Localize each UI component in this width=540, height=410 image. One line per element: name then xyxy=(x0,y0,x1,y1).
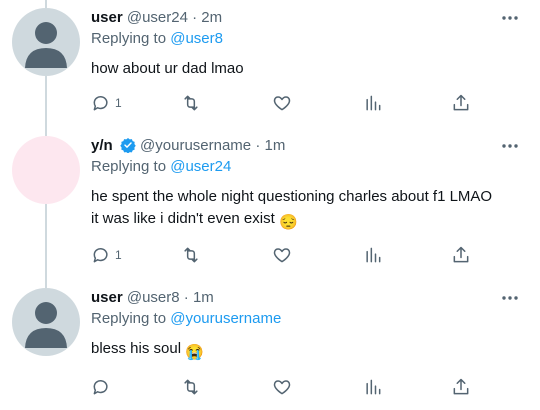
share-icon xyxy=(453,246,469,263)
reply-button[interactable]: 1 xyxy=(91,92,122,114)
avatar[interactable] xyxy=(12,288,80,356)
like-icon xyxy=(273,380,291,395)
more-icon[interactable] xyxy=(500,8,520,28)
display-name[interactable]: user xyxy=(91,9,123,26)
retweet-button[interactable] xyxy=(181,376,201,398)
more-icon[interactable] xyxy=(500,136,520,156)
views-icon xyxy=(366,95,381,111)
tweet[interactable]: y/n @yourusername · 1m Replying to @user… xyxy=(0,136,540,274)
views-icon xyxy=(366,379,381,395)
timestamp[interactable]: 2m xyxy=(201,9,222,26)
share-button[interactable] xyxy=(451,244,471,266)
tweet-text-line-content: it was like i didn't even exist xyxy=(91,210,275,227)
display-name[interactable]: user xyxy=(91,289,123,306)
retweet-icon xyxy=(184,95,198,111)
verified-icon xyxy=(120,137,136,154)
default-avatar-icon xyxy=(25,22,67,68)
user-handle[interactable]: @user8 xyxy=(127,289,180,306)
reply-icon xyxy=(93,380,108,395)
tweet-header: user @user24 · 2m xyxy=(91,8,526,28)
tweet-text-line: it was like i didn't even exist 😔 xyxy=(91,208,526,234)
user-handle[interactable]: @user24 xyxy=(127,9,188,26)
reply-icon xyxy=(93,248,108,263)
timestamp[interactable]: 1m xyxy=(193,289,214,306)
reply-count: 1 xyxy=(115,96,122,110)
replying-to-link[interactable]: @user8 xyxy=(170,30,223,47)
tweet-header: user @user8 · 1m xyxy=(91,288,526,308)
like-button[interactable] xyxy=(272,244,292,266)
replying-to: Replying to @user24 xyxy=(91,157,526,177)
separator: · xyxy=(192,9,198,26)
tweet-text: he spent the whole night questioning cha… xyxy=(91,186,526,234)
retweet-button[interactable] xyxy=(181,92,201,114)
like-icon xyxy=(273,96,291,111)
avatar[interactable] xyxy=(12,136,80,204)
retweet-icon xyxy=(184,379,198,395)
tweet-text: how about ur dad lmao xyxy=(91,60,244,77)
replying-prefix: Replying to xyxy=(91,310,167,327)
replying-to: Replying to @yourusername xyxy=(91,309,526,329)
tweet[interactable]: user @user24 · 2m Replying to @user8 how… xyxy=(0,8,540,130)
share-icon xyxy=(453,94,469,111)
default-avatar-icon xyxy=(25,302,67,348)
share-icon xyxy=(453,378,469,395)
tweet-actions: 1 xyxy=(91,92,491,114)
views-button[interactable] xyxy=(363,244,383,266)
thread-line xyxy=(45,0,47,8)
more-icon[interactable] xyxy=(500,288,520,308)
reply-button[interactable] xyxy=(91,376,111,398)
replying-to-link[interactable]: @yourusername xyxy=(170,310,281,327)
share-button[interactable] xyxy=(451,92,471,114)
display-name[interactable]: y/n xyxy=(91,137,113,154)
like-icon xyxy=(273,248,291,263)
tweet-text-content: bless his soul xyxy=(91,340,182,357)
timestamp[interactable]: 1m xyxy=(264,137,285,154)
separator: · xyxy=(255,137,261,154)
user-handle[interactable]: @yourusername xyxy=(140,137,251,154)
crying-emoji: 😭 xyxy=(185,344,204,361)
replying-prefix: Replying to xyxy=(91,158,167,175)
tweet-header: y/n @yourusername · 1m xyxy=(91,136,526,156)
reply-button[interactable]: 1 xyxy=(91,244,122,266)
reply-count: 1 xyxy=(115,248,122,262)
tweet-text: bless his soul 😭 xyxy=(91,338,526,364)
replying-prefix: Replying to xyxy=(91,30,167,47)
views-icon xyxy=(366,247,381,263)
tweet[interactable]: user @user8 · 1m Replying to @youruserna… xyxy=(0,288,540,410)
share-button[interactable] xyxy=(451,376,471,398)
retweet-icon xyxy=(184,247,198,263)
views-button[interactable] xyxy=(363,376,383,398)
like-button[interactable] xyxy=(272,92,292,114)
retweet-button[interactable] xyxy=(181,244,201,266)
pensive-emoji: 😔 xyxy=(278,214,298,231)
avatar[interactable] xyxy=(12,8,80,76)
separator: · xyxy=(183,289,189,306)
tweet-actions: 1 xyxy=(91,244,491,266)
replying-to-link[interactable]: @user24 xyxy=(170,158,231,175)
reply-icon xyxy=(93,96,108,111)
tweet-actions xyxy=(91,376,491,398)
tweet-text-line: he spent the whole night questioning cha… xyxy=(91,188,493,205)
views-button[interactable] xyxy=(363,92,383,114)
like-button[interactable] xyxy=(272,376,292,398)
replying-to: Replying to @user8 xyxy=(91,29,526,49)
